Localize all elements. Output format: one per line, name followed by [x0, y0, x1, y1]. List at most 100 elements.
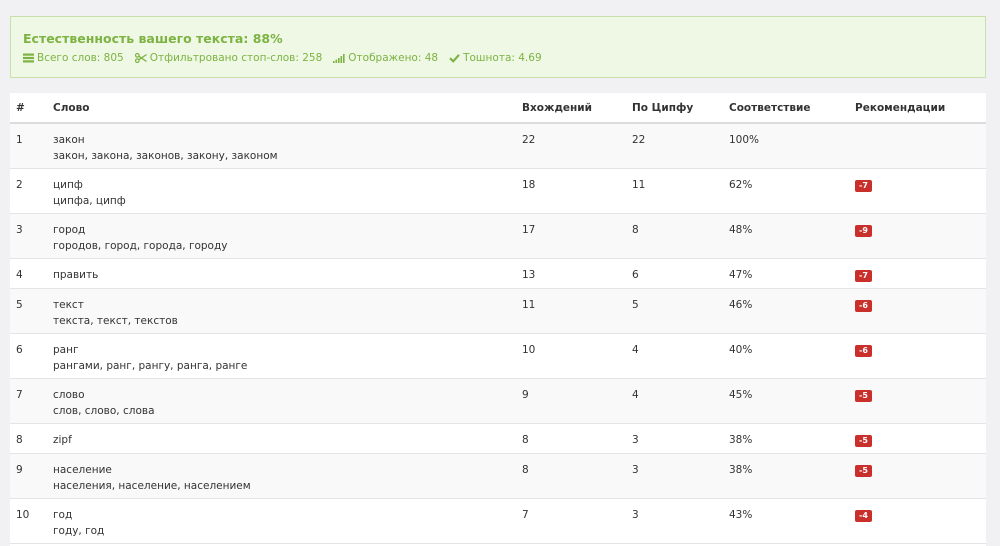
recommendation-cell: -5	[849, 423, 986, 454]
match-cell: 46%	[723, 288, 849, 334]
table-row: 6 ранг рангами, ранг, рангу, ранга, ранге 1…	[10, 333, 986, 379]
row-number: 9	[10, 453, 47, 499]
row-number: 6	[10, 333, 47, 379]
zipf-cell: 3	[626, 498, 723, 544]
list-icon	[23, 53, 34, 63]
table-row: 3 город городов, город, города, городу 17 8 4…	[10, 213, 986, 259]
word-cell: текст текста, текст, текстов	[47, 288, 516, 334]
column-header-match[interactable]: Соответствие	[723, 93, 849, 124]
table-row: 10 год году, год 7 3 43% -4	[10, 498, 986, 544]
count-cell: 7	[516, 498, 626, 544]
word-cell: ранг рангами, ранг, рангу, ранга, ранге	[47, 333, 516, 379]
count-cell: 11	[516, 288, 626, 334]
recommendation-cell: -5	[849, 453, 986, 499]
summary-stats: Всего слов: 805 Отфильтровано стоп-слов:…	[23, 51, 973, 65]
column-header-number[interactable]: #	[10, 93, 47, 124]
naturalness-summary: Естественность вашего текста: 88% Всего …	[10, 16, 986, 78]
word-lemma: ранг	[53, 343, 79, 356]
scissors-icon	[134, 53, 147, 63]
stat-displayed: Отображено: 48	[333, 51, 438, 65]
match-cell: 40%	[723, 333, 849, 379]
table-row: 1 закон закон, закона, законов, закону, за…	[10, 123, 986, 169]
table-row: 4 править 13 6 47% -7	[10, 258, 986, 289]
recommendation-cell	[849, 123, 986, 169]
column-header-recommendations[interactable]: Рекомендации	[849, 93, 986, 124]
count-cell: 17	[516, 213, 626, 259]
word-cell: ципф ципфа, ципф	[47, 168, 516, 214]
table-row: 5 текст текста, текст, текстов 11 5 46% -6	[10, 288, 986, 334]
word-cell: править	[47, 258, 516, 289]
match-cell: 62%	[723, 168, 849, 214]
bar-signal-icon	[333, 54, 345, 63]
word-lemma: ципф	[53, 178, 83, 191]
recommendation-badge: -9	[855, 224, 872, 237]
column-header-zipf[interactable]: По Ципфу	[626, 93, 723, 124]
word-forms: слов, слово, слова	[53, 404, 155, 417]
row-number: 8	[10, 423, 47, 454]
row-number: 5	[10, 288, 47, 334]
count-cell: 8	[516, 453, 626, 499]
zipf-cell: 6	[626, 258, 723, 289]
word-forms: рангами, ранг, рангу, ранга, ранге	[53, 359, 248, 372]
word-cell: год году, год	[47, 498, 516, 544]
word-forms: закон, закона, законов, закону, законом	[53, 150, 278, 162]
recommendation-cell: -6	[849, 333, 986, 379]
recommendation-cell: -7	[849, 168, 986, 214]
filtered-text: Отфильтровано стоп-слов: 258	[149, 52, 323, 64]
word-cell: население населения, население, население…	[47, 453, 516, 499]
count-cell: 13	[516, 258, 626, 289]
table-header-row: # Слово Вхождений По Ципфу Соответствие …	[10, 93, 986, 124]
word-forms: году, год	[53, 524, 105, 537]
recommendation-cell: -4	[849, 498, 986, 544]
word-forms: ципфа, ципф	[53, 194, 126, 207]
table-row: 2 ципф ципфа, ципф 18 11 62% -7	[10, 168, 986, 214]
table-body: 1 закон закон, закона, законов, закону, за…	[10, 123, 986, 544]
word-lemma: zipf	[53, 433, 72, 446]
recommendation-badge: -7	[855, 269, 872, 282]
row-number: 2	[10, 168, 47, 214]
table-row: 8 zipf 8 3 38% -5	[10, 423, 986, 454]
match-cell: 48%	[723, 213, 849, 259]
nausea-text: Тошнота: 4.69	[463, 52, 542, 64]
count-cell: 22	[516, 123, 626, 169]
recommendation-badge: -7	[855, 179, 872, 192]
recommendation-cell: -9	[849, 213, 986, 259]
word-lemma: город	[53, 223, 86, 236]
recommendation-cell: -5	[849, 378, 986, 424]
match-cell: 43%	[723, 498, 849, 544]
zipf-cell: 11	[626, 168, 723, 214]
row-number: 3	[10, 213, 47, 259]
word-cell: закон закон, закона, законов, закону, зак…	[47, 123, 516, 169]
row-number: 10	[10, 498, 47, 544]
column-header-word[interactable]: Слово	[47, 93, 516, 124]
word-cell: слово слов, слово, слова	[47, 378, 516, 424]
match-cell: 45%	[723, 378, 849, 424]
summary-title: Естественность вашего текста: 88%	[23, 31, 283, 46]
recommendation-badge: -6	[855, 344, 872, 357]
zipf-cell: 22	[626, 123, 723, 169]
word-forms: текста, текст, текстов	[53, 314, 178, 327]
count-cell: 18	[516, 168, 626, 214]
recommendation-badge: -4	[855, 509, 872, 522]
word-lemma: текст	[53, 298, 84, 311]
zipf-cell: 3	[626, 453, 723, 499]
match-cell: 47%	[723, 258, 849, 289]
word-lemma: править	[53, 268, 99, 281]
stat-filtered: Отфильтровано стоп-слов: 258	[134, 51, 323, 65]
table-row: 9 население населения, население, населени…	[10, 453, 986, 499]
displayed-text: Отображено: 48	[348, 52, 439, 64]
column-header-count[interactable]: Вхождений	[516, 93, 626, 124]
word-cell: zipf	[47, 423, 516, 454]
recommendation-badge: -5	[855, 464, 872, 477]
word-forms: населения, население, населением	[53, 479, 251, 492]
match-cell: 100%	[723, 123, 849, 169]
recommendation-badge: -6	[855, 299, 872, 312]
zipf-cell: 4	[626, 333, 723, 379]
row-number: 1	[10, 123, 47, 169]
recommendation-badge: -5	[855, 389, 872, 402]
match-cell: 38%	[723, 453, 849, 499]
word-lemma: население	[53, 463, 112, 476]
total-words-text: Всего слов: 805	[37, 52, 124, 64]
word-frequency-table: # Слово Вхождений По Ципфу Соответствие …	[10, 93, 986, 544]
recommendation-cell: -6	[849, 288, 986, 334]
